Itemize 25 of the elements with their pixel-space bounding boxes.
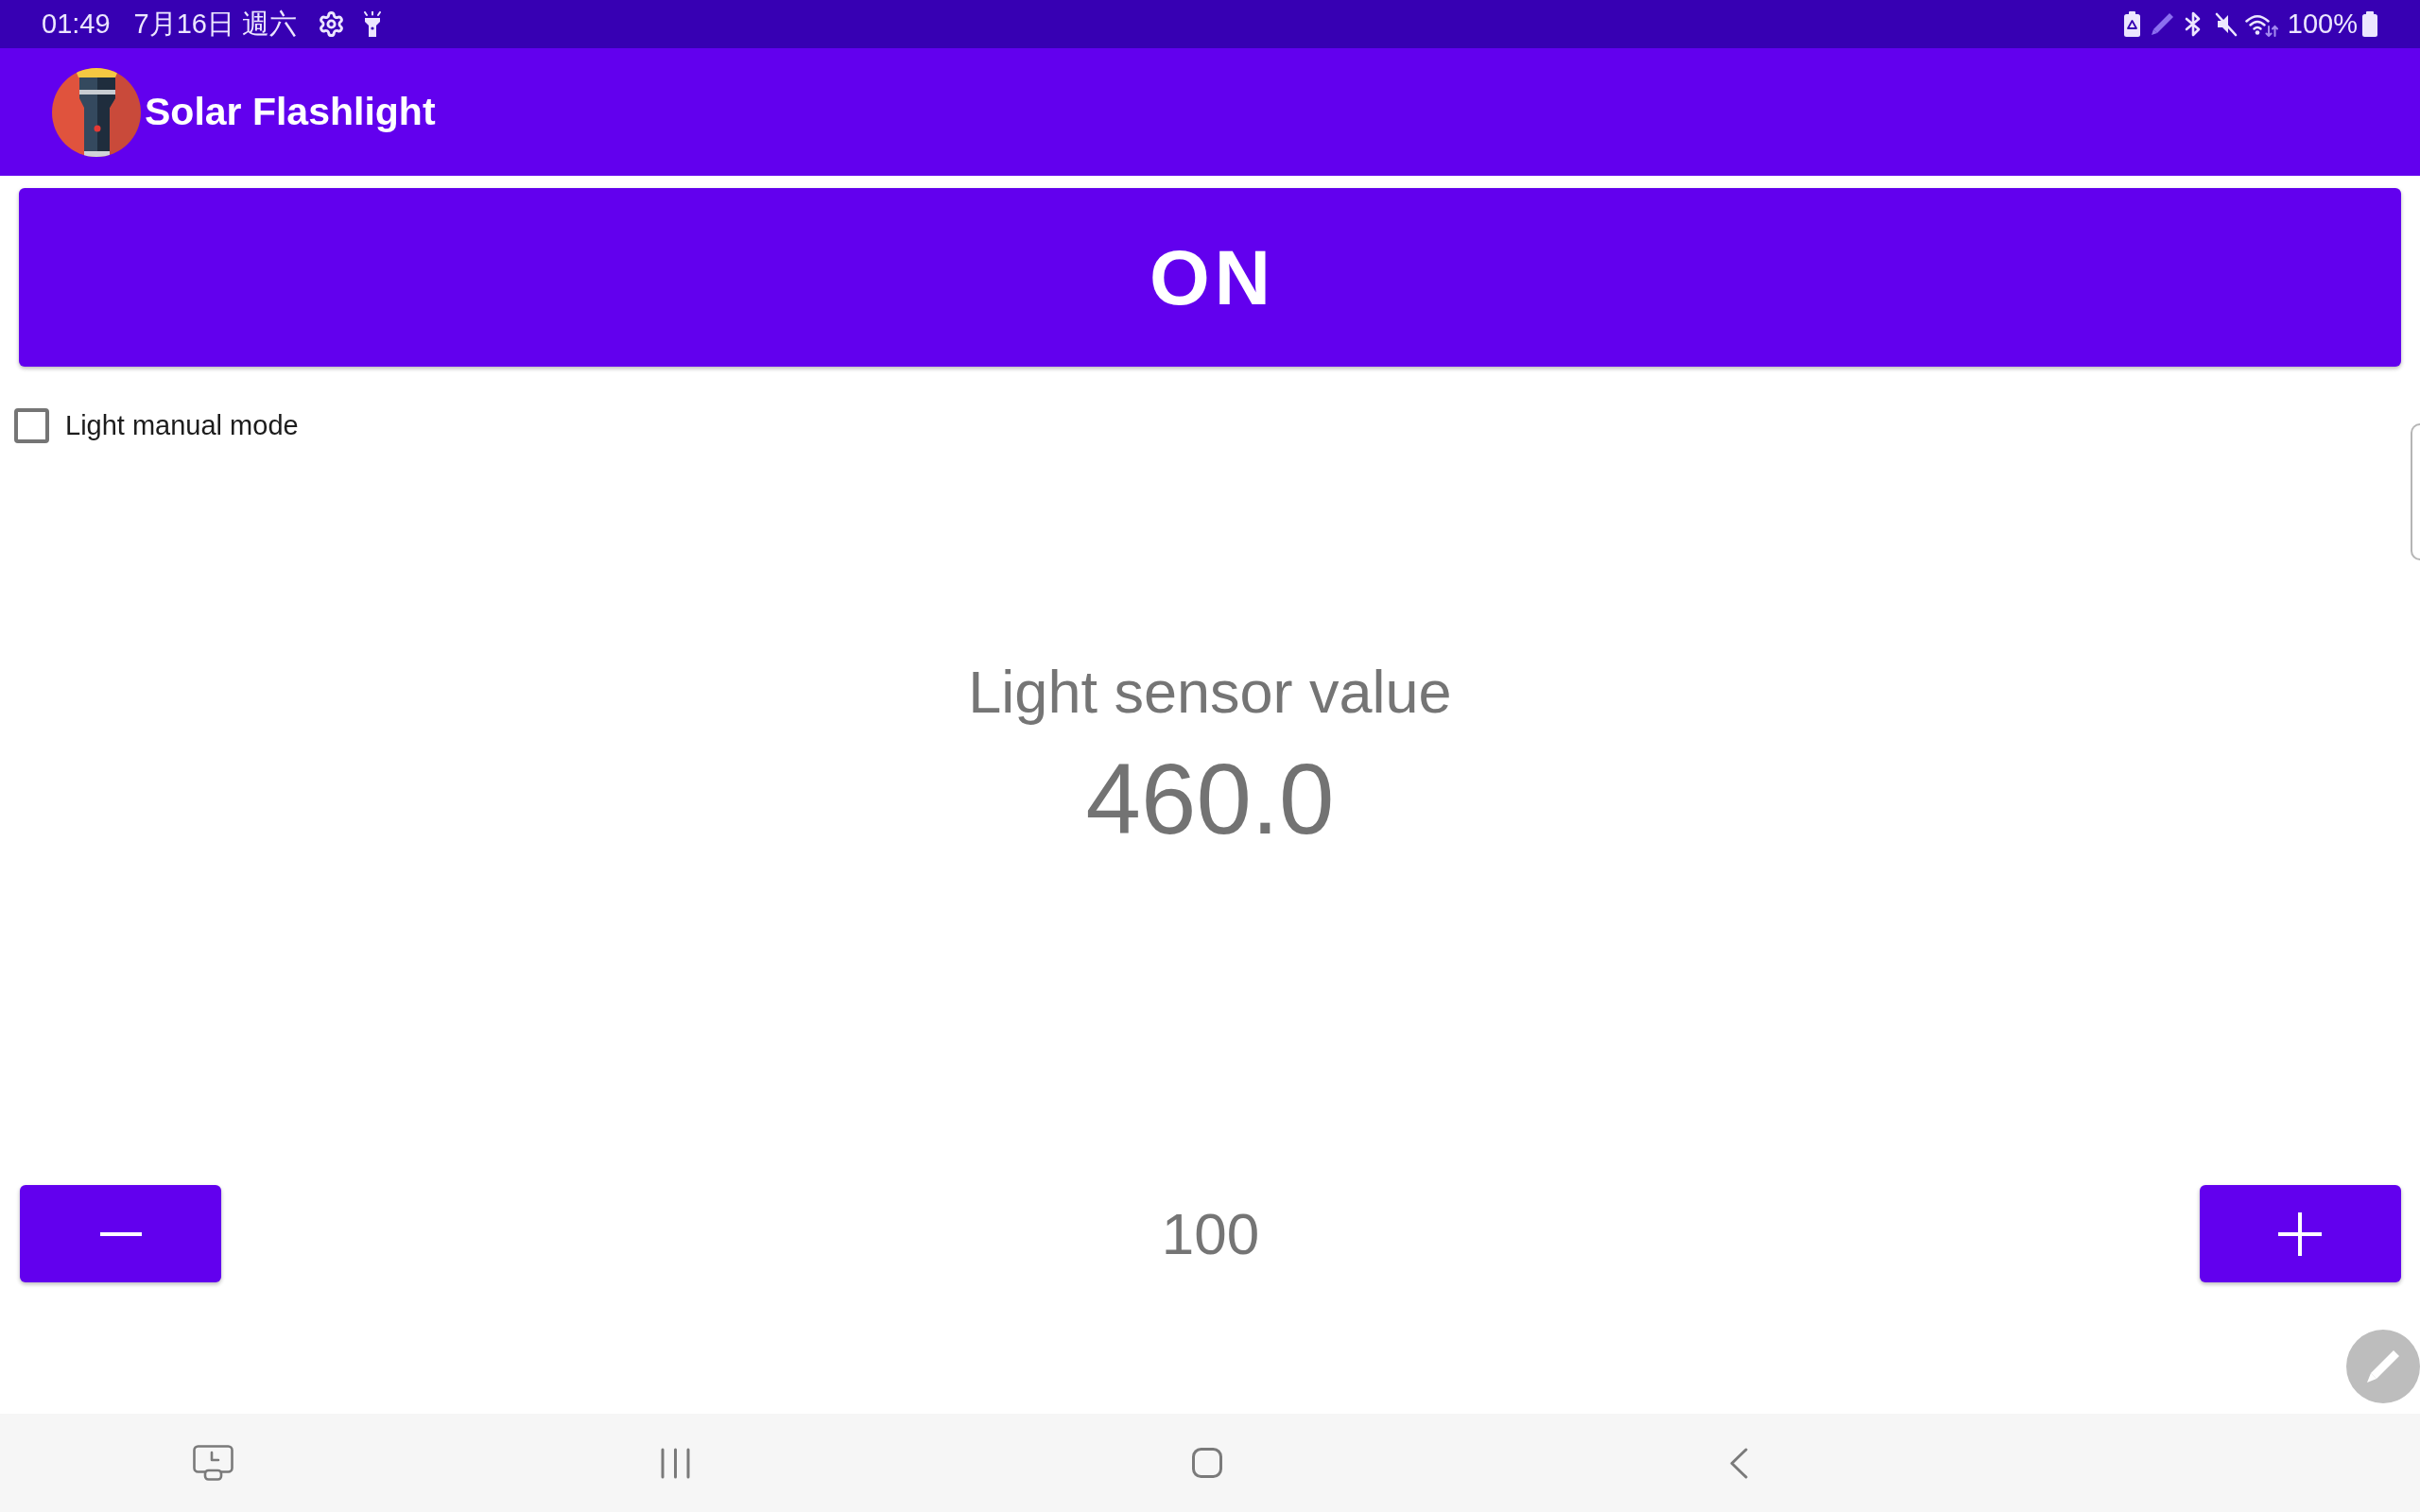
settings-icon (318, 10, 346, 38)
flashlight-icon (362, 10, 384, 38)
status-date: 7月16日 週六 (133, 10, 298, 38)
battery-icon (2362, 11, 2377, 37)
status-time: 01:49 (42, 10, 111, 38)
pencil-icon (2150, 12, 2174, 36)
back-icon[interactable] (1729, 1447, 1748, 1479)
checkbox-label[interactable]: Light manual mode (65, 408, 299, 443)
battery-percentage: 100% (2287, 10, 2358, 38)
checkbox[interactable] (14, 408, 49, 443)
pencil-icon (2364, 1348, 2402, 1385)
plus-icon (2278, 1211, 2323, 1256)
step-value: 100 (1161, 1199, 1260, 1268)
app-title: Solar Flashlight (145, 90, 436, 134)
monitor-clock-icon[interactable] (193, 1445, 233, 1481)
mute-icon (2214, 11, 2238, 37)
toggle-button[interactable]: ON (19, 188, 2401, 367)
edge-panel-handle[interactable] (2411, 423, 2420, 560)
flashlight-logo-icon (52, 67, 141, 157)
sensor-value: 460.0 (1085, 743, 1335, 855)
bluetooth-icon (2183, 11, 2203, 37)
recent-apps-icon[interactable] (661, 1447, 690, 1479)
minus-icon (99, 1231, 142, 1236)
home-icon[interactable] (1192, 1448, 1222, 1478)
sensor-label: Light sensor value (968, 658, 1452, 727)
